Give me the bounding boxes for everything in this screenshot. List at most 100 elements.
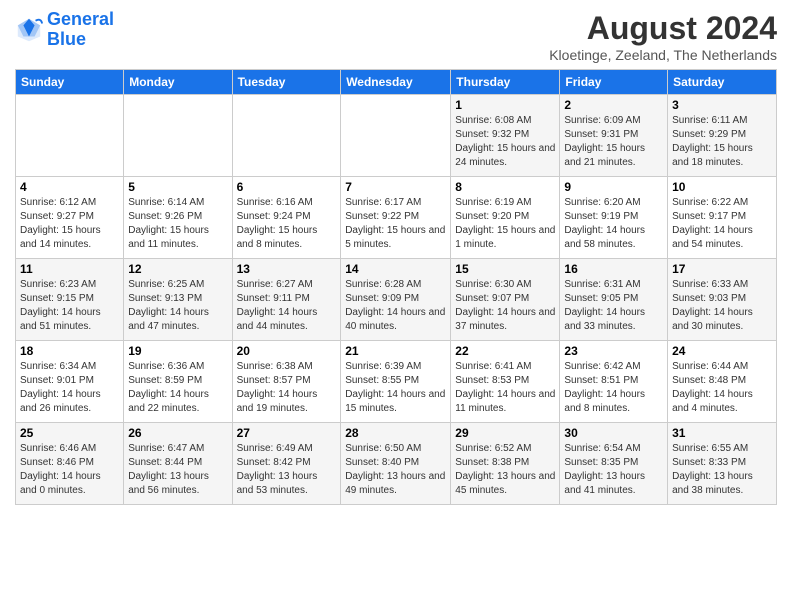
calendar-cell: 30 Sunrise: 6:54 AMSunset: 8:35 PMDaylig… bbox=[560, 423, 668, 505]
calendar-week-row: 25 Sunrise: 6:46 AMSunset: 8:46 PMDaylig… bbox=[16, 423, 777, 505]
day-info: Sunrise: 6:42 AMSunset: 8:51 PMDaylight:… bbox=[564, 361, 645, 414]
logo-line2: Blue bbox=[47, 29, 86, 49]
calendar-cell: 4 Sunrise: 6:12 AMSunset: 9:27 PMDayligh… bbox=[16, 177, 124, 259]
day-number: 15 bbox=[455, 262, 555, 276]
day-number: 17 bbox=[672, 262, 772, 276]
calendar-cell: 2 Sunrise: 6:09 AMSunset: 9:31 PMDayligh… bbox=[560, 95, 668, 177]
day-info: Sunrise: 6:33 AMSunset: 9:03 PMDaylight:… bbox=[672, 279, 753, 332]
day-number: 12 bbox=[128, 262, 227, 276]
weekday-header-row: Sunday Monday Tuesday Wednesday Thursday… bbox=[16, 70, 777, 95]
calendar-cell: 3 Sunrise: 6:11 AMSunset: 9:29 PMDayligh… bbox=[668, 95, 777, 177]
calendar-cell: 5 Sunrise: 6:14 AMSunset: 9:26 PMDayligh… bbox=[124, 177, 232, 259]
calendar-cell: 13 Sunrise: 6:27 AMSunset: 9:11 PMDaylig… bbox=[232, 259, 341, 341]
day-info: Sunrise: 6:28 AMSunset: 9:09 PMDaylight:… bbox=[345, 279, 445, 332]
day-number: 14 bbox=[345, 262, 446, 276]
header-friday: Friday bbox=[560, 70, 668, 95]
day-number: 21 bbox=[345, 344, 446, 358]
day-info: Sunrise: 6:20 AMSunset: 9:19 PMDaylight:… bbox=[564, 197, 645, 250]
calendar-cell: 15 Sunrise: 6:30 AMSunset: 9:07 PMDaylig… bbox=[451, 259, 560, 341]
day-info: Sunrise: 6:25 AMSunset: 9:13 PMDaylight:… bbox=[128, 279, 209, 332]
day-number: 28 bbox=[345, 426, 446, 440]
calendar-cell: 6 Sunrise: 6:16 AMSunset: 9:24 PMDayligh… bbox=[232, 177, 341, 259]
day-info: Sunrise: 6:17 AMSunset: 9:22 PMDaylight:… bbox=[345, 197, 445, 250]
calendar-cell: 28 Sunrise: 6:50 AMSunset: 8:40 PMDaylig… bbox=[341, 423, 451, 505]
day-info: Sunrise: 6:22 AMSunset: 9:17 PMDaylight:… bbox=[672, 197, 753, 250]
calendar-week-row: 1 Sunrise: 6:08 AMSunset: 9:32 PMDayligh… bbox=[16, 95, 777, 177]
day-info: Sunrise: 6:49 AMSunset: 8:42 PMDaylight:… bbox=[237, 443, 318, 496]
day-number: 16 bbox=[564, 262, 663, 276]
day-info: Sunrise: 6:47 AMSunset: 8:44 PMDaylight:… bbox=[128, 443, 209, 496]
calendar-cell: 16 Sunrise: 6:31 AMSunset: 9:05 PMDaylig… bbox=[560, 259, 668, 341]
day-info: Sunrise: 6:41 AMSunset: 8:53 PMDaylight:… bbox=[455, 361, 555, 414]
header-wednesday: Wednesday bbox=[341, 70, 451, 95]
calendar-cell: 19 Sunrise: 6:36 AMSunset: 8:59 PMDaylig… bbox=[124, 341, 232, 423]
day-info: Sunrise: 6:38 AMSunset: 8:57 PMDaylight:… bbox=[237, 361, 318, 414]
day-number: 11 bbox=[20, 262, 119, 276]
day-number: 20 bbox=[237, 344, 337, 358]
day-number: 8 bbox=[455, 180, 555, 194]
logo-text: General Blue bbox=[47, 10, 114, 50]
day-info: Sunrise: 6:34 AMSunset: 9:01 PMDaylight:… bbox=[20, 361, 101, 414]
calendar-cell: 20 Sunrise: 6:38 AMSunset: 8:57 PMDaylig… bbox=[232, 341, 341, 423]
calendar-cell: 17 Sunrise: 6:33 AMSunset: 9:03 PMDaylig… bbox=[668, 259, 777, 341]
day-info: Sunrise: 6:09 AMSunset: 9:31 PMDaylight:… bbox=[564, 115, 645, 168]
calendar-week-row: 18 Sunrise: 6:34 AMSunset: 9:01 PMDaylig… bbox=[16, 341, 777, 423]
day-info: Sunrise: 6:36 AMSunset: 8:59 PMDaylight:… bbox=[128, 361, 209, 414]
month-title: August 2024 bbox=[549, 10, 777, 47]
calendar-cell: 23 Sunrise: 6:42 AMSunset: 8:51 PMDaylig… bbox=[560, 341, 668, 423]
day-number: 1 bbox=[455, 98, 555, 112]
day-number: 7 bbox=[345, 180, 446, 194]
calendar-cell: 8 Sunrise: 6:19 AMSunset: 9:20 PMDayligh… bbox=[451, 177, 560, 259]
calendar-cell: 9 Sunrise: 6:20 AMSunset: 9:19 PMDayligh… bbox=[560, 177, 668, 259]
day-info: Sunrise: 6:14 AMSunset: 9:26 PMDaylight:… bbox=[128, 197, 209, 250]
day-number: 31 bbox=[672, 426, 772, 440]
day-number: 23 bbox=[564, 344, 663, 358]
calendar-cell: 27 Sunrise: 6:49 AMSunset: 8:42 PMDaylig… bbox=[232, 423, 341, 505]
day-number: 30 bbox=[564, 426, 663, 440]
header-monday: Monday bbox=[124, 70, 232, 95]
header-thursday: Thursday bbox=[451, 70, 560, 95]
day-number: 2 bbox=[564, 98, 663, 112]
day-number: 25 bbox=[20, 426, 119, 440]
day-info: Sunrise: 6:31 AMSunset: 9:05 PMDaylight:… bbox=[564, 279, 645, 332]
day-number: 18 bbox=[20, 344, 119, 358]
day-number: 6 bbox=[237, 180, 337, 194]
day-info: Sunrise: 6:50 AMSunset: 8:40 PMDaylight:… bbox=[345, 443, 445, 496]
calendar-week-row: 11 Sunrise: 6:23 AMSunset: 9:15 PMDaylig… bbox=[16, 259, 777, 341]
day-info: Sunrise: 6:11 AMSunset: 9:29 PMDaylight:… bbox=[672, 115, 753, 168]
header: General Blue August 2024 Kloetinge, Zeel… bbox=[15, 10, 777, 63]
calendar-cell: 25 Sunrise: 6:46 AMSunset: 8:46 PMDaylig… bbox=[16, 423, 124, 505]
day-info: Sunrise: 6:54 AMSunset: 8:35 PMDaylight:… bbox=[564, 443, 645, 496]
calendar-cell: 12 Sunrise: 6:25 AMSunset: 9:13 PMDaylig… bbox=[124, 259, 232, 341]
day-info: Sunrise: 6:39 AMSunset: 8:55 PMDaylight:… bbox=[345, 361, 445, 414]
calendar-table: Sunday Monday Tuesday Wednesday Thursday… bbox=[15, 69, 777, 505]
logo-icon bbox=[15, 16, 43, 44]
calendar-cell: 1 Sunrise: 6:08 AMSunset: 9:32 PMDayligh… bbox=[451, 95, 560, 177]
calendar-cell: 22 Sunrise: 6:41 AMSunset: 8:53 PMDaylig… bbox=[451, 341, 560, 423]
day-number: 5 bbox=[128, 180, 227, 194]
day-info: Sunrise: 6:30 AMSunset: 9:07 PMDaylight:… bbox=[455, 279, 555, 332]
calendar-cell: 14 Sunrise: 6:28 AMSunset: 9:09 PMDaylig… bbox=[341, 259, 451, 341]
calendar-cell: 31 Sunrise: 6:55 AMSunset: 8:33 PMDaylig… bbox=[668, 423, 777, 505]
page: General Blue August 2024 Kloetinge, Zeel… bbox=[0, 0, 792, 515]
header-saturday: Saturday bbox=[668, 70, 777, 95]
day-number: 4 bbox=[20, 180, 119, 194]
day-number: 26 bbox=[128, 426, 227, 440]
day-number: 22 bbox=[455, 344, 555, 358]
calendar-cell: 26 Sunrise: 6:47 AMSunset: 8:44 PMDaylig… bbox=[124, 423, 232, 505]
location-title: Kloetinge, Zeeland, The Netherlands bbox=[549, 47, 777, 63]
calendar-cell bbox=[16, 95, 124, 177]
day-number: 13 bbox=[237, 262, 337, 276]
calendar-week-row: 4 Sunrise: 6:12 AMSunset: 9:27 PMDayligh… bbox=[16, 177, 777, 259]
calendar-cell bbox=[124, 95, 232, 177]
calendar-cell: 7 Sunrise: 6:17 AMSunset: 9:22 PMDayligh… bbox=[341, 177, 451, 259]
title-area: August 2024 Kloetinge, Zeeland, The Neth… bbox=[549, 10, 777, 63]
day-info: Sunrise: 6:44 AMSunset: 8:48 PMDaylight:… bbox=[672, 361, 753, 414]
day-info: Sunrise: 6:08 AMSunset: 9:32 PMDaylight:… bbox=[455, 115, 555, 168]
day-info: Sunrise: 6:23 AMSunset: 9:15 PMDaylight:… bbox=[20, 279, 101, 332]
calendar-cell: 11 Sunrise: 6:23 AMSunset: 9:15 PMDaylig… bbox=[16, 259, 124, 341]
day-info: Sunrise: 6:12 AMSunset: 9:27 PMDaylight:… bbox=[20, 197, 101, 250]
calendar-cell: 24 Sunrise: 6:44 AMSunset: 8:48 PMDaylig… bbox=[668, 341, 777, 423]
day-info: Sunrise: 6:19 AMSunset: 9:20 PMDaylight:… bbox=[455, 197, 555, 250]
day-info: Sunrise: 6:52 AMSunset: 8:38 PMDaylight:… bbox=[455, 443, 555, 496]
